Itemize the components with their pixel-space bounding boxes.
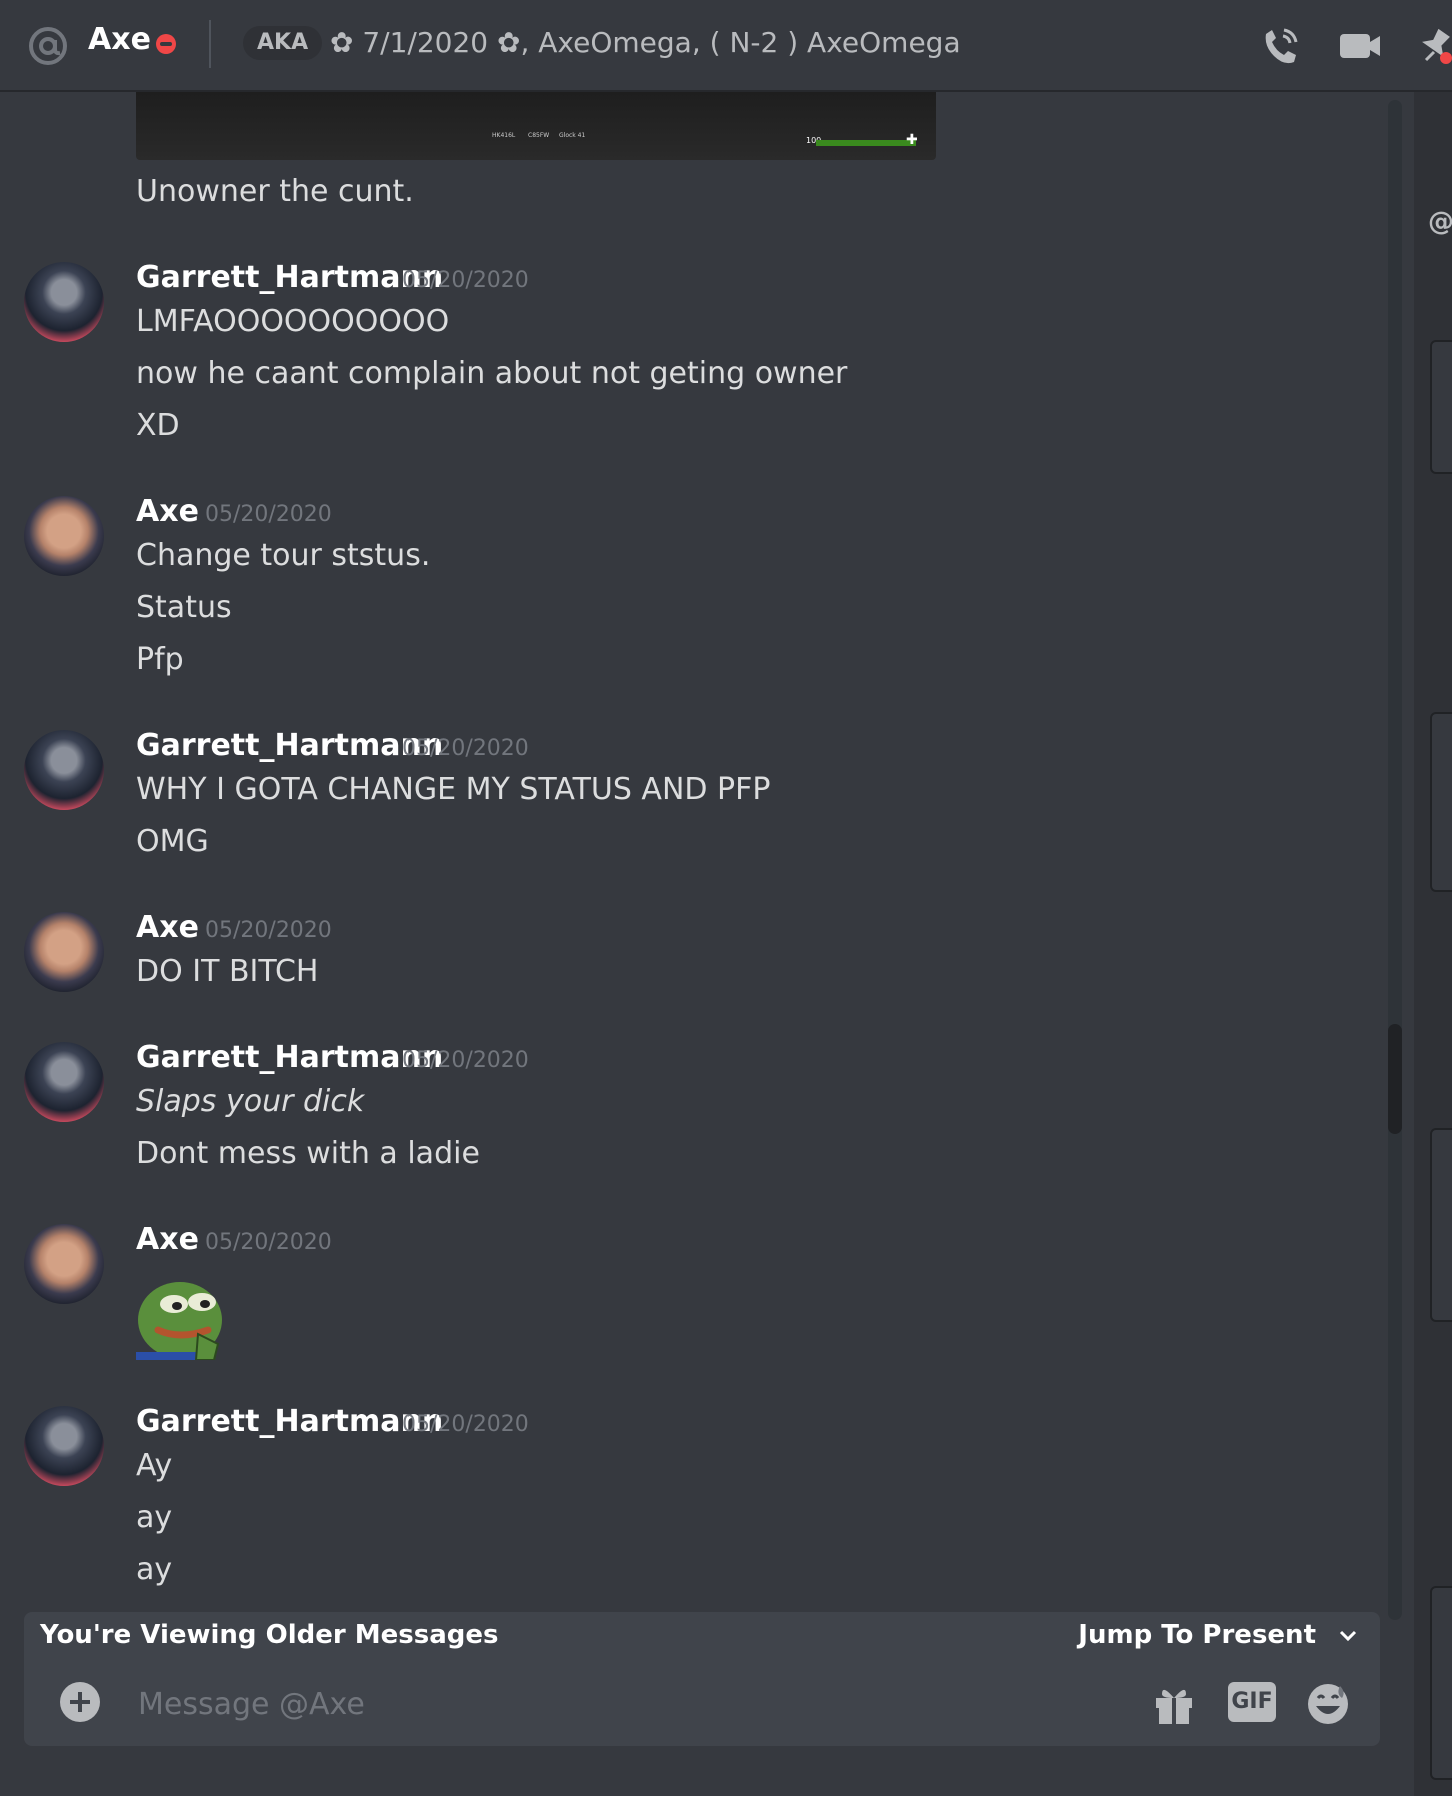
message-line: LMFAOOOOOOOOOO xyxy=(136,304,450,339)
message-line: Pfp xyxy=(136,642,184,677)
jump-to-present-button[interactable]: Jump To Present xyxy=(1078,1620,1316,1650)
sidebar-card[interactable] xyxy=(1430,1586,1452,1780)
avatar[interactable] xyxy=(24,1406,104,1486)
weapon-slot-label: Glock 41 xyxy=(559,132,586,139)
message-line: WHY I GOTA CHANGE MY STATUS AND PFP xyxy=(136,772,771,807)
message-composer: GIF xyxy=(24,1660,1380,1746)
at-icon xyxy=(29,27,67,65)
upload-plus-icon[interactable] xyxy=(60,1682,100,1722)
message-line: now he caant complain about not geting o… xyxy=(136,356,848,391)
image-attachment[interactable]: HK416L C85FW Glock 41 100 ✚ xyxy=(136,92,936,160)
weapon-slot-label: HK416L xyxy=(492,132,516,139)
message-line: Dont mess with a ladie xyxy=(136,1136,480,1171)
mention-icon: @ xyxy=(1428,207,1452,237)
message-line: OMG xyxy=(136,824,209,859)
message-timestamp: 05/20/2020 xyxy=(205,918,332,943)
health-plus-icon: ✚ xyxy=(906,132,918,148)
message-timestamp: 05/20/2020 xyxy=(205,502,332,527)
gift-icon[interactable] xyxy=(1152,1682,1196,1726)
scrollbar-thumb[interactable] xyxy=(1388,1024,1402,1134)
header-divider xyxy=(209,20,211,68)
message-input[interactable] xyxy=(136,1682,1140,1726)
chevron-down-icon[interactable] xyxy=(1336,1624,1360,1648)
weapon-slot-label: C85FW xyxy=(528,132,550,139)
message-line: Unowner the cunt. xyxy=(136,174,414,209)
scrollbar-track[interactable] xyxy=(1388,100,1402,1620)
message-timestamp: 05/20/2020 xyxy=(402,736,529,761)
message-line: ay xyxy=(136,1552,173,1587)
sidebar-card[interactable] xyxy=(1430,1128,1452,1322)
message-timestamp: 05/20/2020 xyxy=(402,1048,529,1073)
sidebar-card[interactable] xyxy=(1430,340,1452,474)
channel-header: Axe AKA ✿ 7/1/2020 ✿, AxeOmega, ( N-2 ) … xyxy=(0,0,1452,92)
pin-icon[interactable] xyxy=(1418,24,1452,68)
avatar[interactable] xyxy=(24,1042,104,1122)
avatar[interactable] xyxy=(24,1224,104,1304)
message-line: Change tour ststus. xyxy=(136,538,431,573)
older-messages-label: You're Viewing Older Messages xyxy=(40,1620,499,1650)
message-author[interactable]: Garrett_Hartmann xyxy=(136,728,443,763)
member-sidebar: @ xyxy=(1414,92,1452,1796)
message-line: XD xyxy=(136,408,180,443)
avatar[interactable] xyxy=(24,912,104,992)
avatar[interactable] xyxy=(24,730,104,810)
emoji-icon[interactable] xyxy=(1306,1682,1350,1726)
do-not-disturb-icon xyxy=(156,34,176,54)
message-timestamp: 05/20/2020 xyxy=(402,1412,529,1437)
pepe-frog-sticker[interactable] xyxy=(136,1264,232,1360)
message-author[interactable]: Garrett_Hartmann xyxy=(136,1404,443,1439)
aka-badge[interactable]: AKA xyxy=(243,26,323,60)
message-author[interactable]: Axe xyxy=(136,910,199,945)
avatar[interactable] xyxy=(24,496,104,576)
avatar[interactable] xyxy=(24,262,104,342)
health-bar xyxy=(816,140,916,146)
dm-name: Axe xyxy=(88,22,151,57)
message-author[interactable]: Axe xyxy=(136,1222,199,1257)
message-author[interactable]: Garrett_Hartmann xyxy=(136,1040,443,1075)
older-messages-bar: You're Viewing Older Messages Jump To Pr… xyxy=(24,1612,1380,1660)
message-timestamp: 05/20/2020 xyxy=(402,268,529,293)
message-line: DO IT BITCH xyxy=(136,954,319,989)
gif-button[interactable]: GIF xyxy=(1228,1682,1276,1722)
message-line: Slaps your dick xyxy=(136,1084,365,1119)
message-line: ay xyxy=(136,1500,173,1535)
message-timestamp: 05/20/2020 xyxy=(205,1230,332,1255)
message-line: Ay xyxy=(136,1448,173,1483)
message-author[interactable]: Axe xyxy=(136,494,199,529)
sidebar-card[interactable] xyxy=(1430,712,1452,892)
video-icon[interactable] xyxy=(1338,24,1382,68)
call-icon[interactable] xyxy=(1258,24,1302,68)
custom-status: ✿ 7/1/2020 ✿, AxeOmega, ( N-2 ) AxeOmega xyxy=(330,26,961,59)
message-author[interactable]: Garrett_Hartmann xyxy=(136,260,443,295)
message-line: Status xyxy=(136,590,232,625)
